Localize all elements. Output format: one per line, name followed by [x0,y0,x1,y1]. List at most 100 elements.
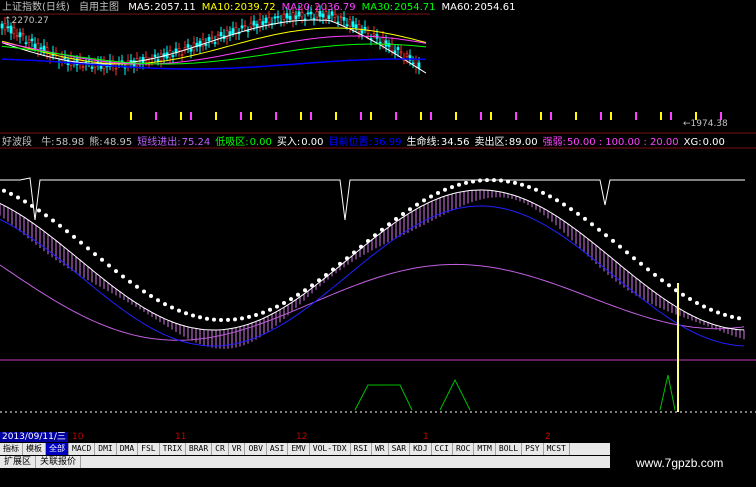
ma-label: MA10: [201,2,234,13]
trend-dot [128,279,132,284]
indicator-label: 卖出区: [474,137,508,148]
tab-rsi[interactable]: RSI [351,443,372,455]
tab-vol-tdx[interactable]: VOL-TDX [310,443,351,455]
tab-asi[interactable]: ASI [267,443,289,455]
signal-mark [430,112,432,120]
signal-mark [310,112,312,120]
tab-roc[interactable]: ROC [453,443,475,455]
candle-body [6,26,10,29]
candle-body [417,62,421,69]
tab-macd[interactable]: MACD [69,443,96,455]
tab-fsl[interactable]: FSL [138,443,160,455]
signal-mark [250,112,252,120]
template-name: 自用主图 [79,2,119,13]
candle-body [336,21,340,24]
trend-dot [163,302,167,307]
trend-dot [660,278,664,283]
tab-psy[interactable]: PSY [522,443,544,455]
trend-dot [709,307,713,312]
lifeline [0,189,745,331]
candle-body [210,36,214,39]
candle-body [366,30,370,34]
tab-全部[interactable]: 全部 [46,443,69,455]
tab-obv[interactable]: OBV [245,443,267,455]
signal-mark [660,112,662,120]
tab-emv[interactable]: EMV [288,443,310,455]
tab-extension-1[interactable]: 关联报价 [36,456,82,468]
trend-dot [317,278,321,283]
trend-dot [387,222,391,227]
price-low-label: ←1974.38 [683,119,728,129]
watermark: www.7gpzb.com [636,456,724,470]
candle-body [384,40,388,47]
trend-dot [688,297,692,301]
ma-label: MA5: [128,2,154,13]
candle-body [9,25,13,34]
trend-dot [380,227,384,232]
indicator-label: 生命线: [406,137,440,148]
indicator-tabs: 指标 模板 全部 MACD DMI DMA FSL TRIX BRAR CR VR OBV ASI EMV… [0,443,610,455]
tab-cr[interactable]: CR [212,443,229,455]
date-axis: 2013/09/11/三 10 11 12 1 2 [0,432,610,442]
trend-dot [86,246,90,251]
signal-mark [395,112,397,120]
candle-body [360,30,364,34]
signal-mark [550,112,552,120]
tab-vr[interactable]: VR [229,443,246,455]
candle-body [15,35,19,38]
candle-body [399,51,403,54]
tab-dma[interactable]: DMA [117,443,139,455]
trend-dot [345,256,349,261]
trend-dot [464,180,468,185]
trend-dot [569,207,573,212]
buy-zone-outline [439,378,471,411]
candle-body [33,43,37,49]
candle-body [411,62,415,65]
tab-mtm[interactable]: MTM [474,443,496,455]
indicator-value: 50.00 : 100.00 : 20.00 [566,137,679,148]
tab-指标[interactable]: 指标 [0,443,23,455]
indicator-field: 短线进出:75.24 [137,137,210,148]
trend-dot [611,238,615,243]
trend-dot [429,194,433,199]
signal-mark [635,112,637,120]
price-high-label: ↑2270.27 [4,16,49,26]
candle-body [186,44,190,48]
tab-cci[interactable]: CCI [432,443,453,455]
ma-item: MA30:2054.71 [362,2,436,13]
tab-wr[interactable]: WR [372,443,389,455]
tab-模板[interactable]: 模板 [23,443,46,455]
tab-extension-0[interactable]: 扩展区 [0,456,37,468]
trend-dot [590,222,594,227]
signal-mark [190,112,192,120]
trend-dot [212,317,216,322]
indicator-value: 89.00 [508,137,538,148]
status-area [0,468,610,487]
trend-dot [149,294,153,298]
signal-mark [600,112,602,120]
indicator-label: 强弱: [542,137,566,148]
trend-dot [338,261,342,266]
trend-dot [401,212,405,216]
tab-trix[interactable]: TRIX [160,443,186,455]
candle-body [357,24,361,33]
indicator-name: 好波段 [2,137,32,148]
tab-mcst[interactable]: MCST [544,443,570,455]
signal-mark [130,112,132,120]
trend-dot [450,185,454,190]
candle-body [348,19,352,27]
trend-dot [296,292,300,297]
tab-dmi[interactable]: DMI [95,443,117,455]
ma-value: 2039.72 [234,2,276,13]
trend-dot [303,288,307,293]
trend-dot [310,283,314,288]
trend-dot [576,211,580,216]
trend-dot [632,256,636,261]
tab-boll[interactable]: BOLL [496,443,523,455]
tab-brar[interactable]: BRAR [186,443,213,455]
candle-body [0,23,4,29]
trend-dot [289,297,293,302]
indicator-label: 牛: [41,137,55,148]
tab-sar[interactable]: SAR [389,443,411,455]
tab-kdj[interactable]: KDJ [410,443,432,455]
